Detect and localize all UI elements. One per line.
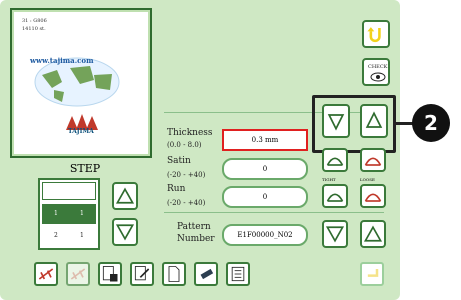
preview-line-2: 14110 st.	[22, 26, 46, 32]
pattern-down-button[interactable]	[322, 220, 348, 248]
thickness-up-button[interactable]	[360, 104, 388, 138]
logo-text: TAJIMA	[68, 128, 94, 135]
callout-number: 2	[412, 104, 450, 142]
run-tight-button[interactable]	[322, 184, 348, 208]
step-row-1-col1: 1	[54, 210, 58, 217]
triangle-up-icon	[363, 225, 383, 242]
eraser-icon	[200, 268, 214, 280]
check-label: CHECK	[368, 64, 388, 70]
arch-icon	[326, 193, 344, 202]
stitch-tool-disabled-button[interactable]	[66, 262, 90, 286]
triangle-down-icon	[115, 224, 135, 241]
run-range: (-20 - +40)	[167, 199, 206, 207]
triangle-down-icon	[325, 226, 345, 243]
stitch-icon	[38, 268, 54, 280]
table-row[interactable]: 2 1	[42, 226, 96, 246]
run-label: Run	[167, 184, 186, 194]
document-trash-icon	[102, 266, 118, 282]
check-button[interactable]: CHECK	[362, 58, 390, 86]
return-arrow-icon	[367, 27, 381, 43]
step-label: STEP	[69, 162, 101, 175]
thickness-down-button[interactable]	[322, 104, 350, 138]
divider	[164, 212, 384, 213]
list-icon	[231, 266, 245, 282]
stitch-tool-button[interactable]	[34, 262, 58, 286]
satin-loose-button[interactable]	[360, 148, 386, 172]
list-button[interactable]	[226, 262, 250, 286]
triangle-up-icon	[365, 111, 383, 128]
step-row-2-col1: 2	[54, 232, 58, 239]
triangle-up-icon	[115, 187, 135, 204]
thickness-range: (0.0 - 8.0)	[167, 141, 202, 149]
number-label: Number	[177, 234, 215, 244]
preview-url: www.tajima.com	[30, 56, 94, 65]
arch-red-icon	[364, 193, 382, 202]
thickness-label: Thickness	[167, 128, 213, 138]
run-loose-button[interactable]	[360, 184, 386, 208]
arch-red-icon	[364, 157, 382, 166]
step-row-2-col2: 1	[80, 232, 84, 239]
satin-tight-button[interactable]	[322, 148, 348, 172]
edit-document-icon	[134, 266, 150, 281]
document-icon	[168, 266, 180, 282]
step-up-button[interactable]	[112, 182, 138, 210]
enter-icon	[367, 269, 379, 277]
pattern-number-field[interactable]: E1F00000_N02	[222, 224, 308, 246]
delete-all-button[interactable]	[98, 262, 122, 286]
design-preview: 31 : G806 14110 st. www.tajima.com TAJIM…	[10, 8, 152, 158]
run-value-field[interactable]: 0	[222, 186, 308, 208]
satin-range: (-20 - +40)	[167, 171, 206, 179]
pattern-label: Pattern	[177, 222, 211, 232]
eraser-button[interactable]	[194, 262, 218, 286]
step-down-button[interactable]	[112, 218, 138, 246]
thickness-value-field[interactable]: 0.3 mm	[222, 129, 308, 151]
arch-icon	[326, 157, 344, 166]
step-row-1-col2: 1	[80, 210, 84, 217]
confirm-button[interactable]	[360, 262, 384, 286]
tight-label: TIGHT	[322, 177, 336, 182]
eye-icon	[370, 72, 386, 82]
satin-label: Satin	[167, 156, 191, 166]
edit-document-button[interactable]	[130, 262, 154, 286]
satin-value-field[interactable]: 0	[222, 158, 308, 180]
return-button[interactable]	[362, 20, 390, 48]
step-table[interactable]: 1 1 2 1	[38, 178, 100, 250]
table-row[interactable]: 1 1	[42, 204, 96, 224]
loose-label: LOOSE	[360, 177, 375, 182]
new-document-button[interactable]	[162, 262, 186, 286]
pattern-up-button[interactable]	[360, 220, 386, 248]
preview-line-1: 31 : G806	[22, 18, 47, 24]
stitch-faded-icon	[70, 268, 86, 280]
triangle-down-icon	[327, 114, 345, 131]
